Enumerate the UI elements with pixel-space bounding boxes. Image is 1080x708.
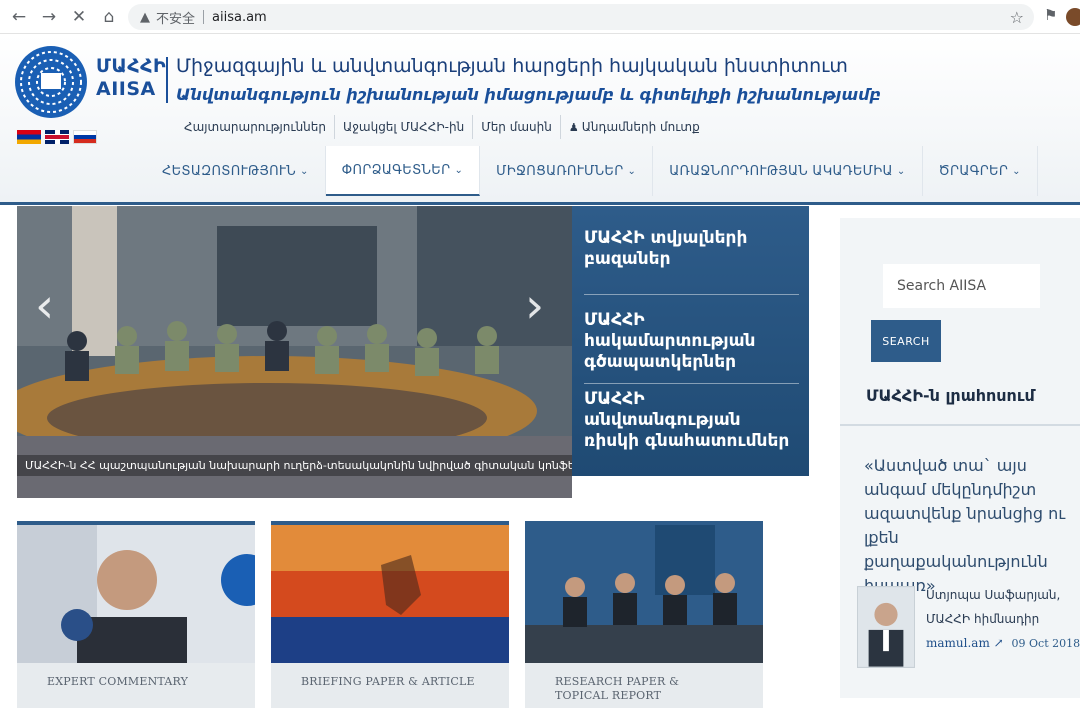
member-login-label: Անդամների մուտք bbox=[581, 120, 700, 134]
warning-icon: ▲ bbox=[140, 9, 150, 25]
hero-slider[interactable]: ‹ › ՄԱՀՀԻ-ն ՀՀ պաշտպանության նախարարի ու… bbox=[17, 206, 572, 498]
announcements-link[interactable]: Հայտարարություններ bbox=[176, 115, 335, 139]
sidebar-divider bbox=[840, 424, 1080, 426]
armenian-flag-icon[interactable] bbox=[17, 130, 41, 144]
extensions-icon[interactable]: ⚑ bbox=[1044, 6, 1057, 24]
back-icon[interactable]: ← bbox=[4, 2, 34, 32]
source-date: 09 Oct 2018 bbox=[1011, 637, 1080, 650]
nav-events-label: ՄԻՋՈՑԱՌՈՒՄՆԵՐ bbox=[496, 163, 624, 179]
logo-text-armenian: ՄԱՀՀԻ bbox=[96, 55, 167, 77]
panel-divider bbox=[584, 294, 799, 295]
databases-link[interactable]: ՄԱՀՀԻ տվյալների բազաներ bbox=[584, 228, 799, 270]
chevron-down-icon: ⌄ bbox=[627, 165, 637, 177]
nav-experts-label: ՓՈՐՁԱԳԵՏՆԵՐ bbox=[341, 162, 451, 178]
chevron-down-icon: ⌄ bbox=[454, 164, 464, 176]
nav-events[interactable]: ՄԻՋՈՑԱՌՈՒՄՆԵՐ ⌄ bbox=[480, 146, 654, 196]
site-tagline: Անվտանգություն իշխանության իմացությամբ և… bbox=[176, 85, 881, 104]
member-login-link[interactable]: ♟ Անդամների մուտք bbox=[561, 115, 708, 139]
aiisa-logo-icon[interactable] bbox=[12, 43, 90, 121]
news-feed-heading: ՄԱՀՀԻ-ն լրահոսում bbox=[866, 386, 1035, 405]
conflict-maps-link[interactable]: ՄԱՀՀԻ հակամարտության գծապատկերներ bbox=[584, 310, 799, 373]
nav-leadership-label: ԱՌԱՋՆՈՐԴՈՒԹՅԱՆ ԱԿԱԴԵՄԻԱ bbox=[669, 163, 893, 179]
url-text: aiisa.am bbox=[212, 9, 267, 25]
nav-research[interactable]: ՀԵՏԱԶՈՏՈՒԹՅՈՒՆ ⌄ bbox=[146, 146, 326, 196]
language-switcher bbox=[17, 130, 97, 144]
slider-prev-icon[interactable]: ‹ bbox=[35, 278, 54, 334]
nav-programs-label: ԾՐԱԳՐԵՐ bbox=[938, 163, 1009, 179]
russian-flag-icon[interactable] bbox=[73, 130, 97, 144]
nav-experts[interactable]: ՓՈՐՁԱԳԵՏՆԵՐ ⌄ bbox=[325, 146, 481, 196]
slide-caption[interactable]: ՄԱՀՀԻ-ն ՀՀ պաշտպանության նախարարի ուղերձ… bbox=[17, 455, 572, 476]
site-header: ՄԱՀՀԻ AIISA Միջազգային և անվտանգության հ… bbox=[0, 35, 1080, 205]
card-label: RESEARCH PAPER & TOPICAL REPORT bbox=[525, 663, 763, 708]
about-link[interactable]: Մեր մասին bbox=[473, 115, 561, 139]
quick-links-panel: ՄԱՀՀԻ տվյալների բազաներ ՄԱՀՀԻ հակամարտու… bbox=[572, 206, 809, 476]
security-label: 不安全 bbox=[156, 11, 196, 27]
support-link[interactable]: Աջակցել ՄԱՀՀԻ-ին bbox=[335, 115, 474, 139]
nav-leadership-academy[interactable]: ԱՌԱՋՆՈՐԴՈՒԹՅԱՆ ԱԿԱԴԵՄԻԱ ⌄ bbox=[653, 146, 923, 196]
profile-avatar[interactable] bbox=[1066, 8, 1080, 26]
card-label: EXPERT COMMENTARY bbox=[17, 663, 255, 708]
risk-assessments-link[interactable]: ՄԱՀՀԻ անվտանգության ռիսկի գնահատումներ bbox=[584, 389, 799, 452]
main-nav: ՀԵՏԱԶՈՏՈՒԹՅՈՒՆ ⌄ ՓՈՐՁԱԳԵՏՆԵՐ ⌄ ՄԻՋՈՑԱՌՈՒՄՆ… bbox=[146, 146, 1038, 196]
user-icon: ♟ bbox=[568, 120, 579, 134]
omnibox-separator bbox=[203, 10, 205, 24]
featured-quote: «Աստված տա` այս անգամ մեկընդմիշտ ազատվեն… bbox=[864, 456, 1066, 595]
site-title: Միջազգային և անվտանգության հարցերի հայկա… bbox=[176, 55, 848, 77]
right-sidebar: Search AIISA SEARCH ՄԱՀՀԻ-ն լրահոսում «Ա… bbox=[840, 218, 1080, 698]
card-expert-commentary[interactable]: EXPERT COMMENTARY bbox=[17, 521, 255, 708]
search-button[interactable]: SEARCH bbox=[871, 320, 941, 362]
chevron-down-icon: ⌄ bbox=[896, 165, 906, 177]
search-input[interactable]: Search AIISA bbox=[883, 264, 1040, 308]
uk-flag-icon[interactable] bbox=[45, 130, 69, 144]
nav-programs[interactable]: ԾՐԱԳՐԵՐ ⌄ bbox=[923, 146, 1038, 196]
author-role: ՄԱՀՀԻ հիմնադիր bbox=[926, 612, 1040, 626]
card-label: BRIEFING PAPER & ARTICLE bbox=[271, 663, 509, 708]
utility-links: Հայտարարություններ Աջակցել ՄԱՀՀԻ-ին Մեր … bbox=[176, 115, 708, 139]
flag-hands-photo bbox=[271, 525, 509, 663]
browser-toolbar: ← → ✕ ⌂ ▲ 不安全 aiisa.am ☆ ⚑ bbox=[0, 0, 1080, 34]
home-icon[interactable]: ⌂ bbox=[94, 2, 124, 32]
author-name: Ստյոպա Սաֆարյան, bbox=[926, 588, 1061, 602]
slider-next-icon[interactable]: › bbox=[525, 278, 544, 334]
logo-text-latin: AIISA bbox=[96, 78, 156, 100]
address-bar[interactable]: ▲ 不安全 aiisa.am ☆ bbox=[128, 4, 1034, 30]
chevron-down-icon: ⌄ bbox=[1012, 165, 1021, 177]
title-divider bbox=[166, 57, 168, 103]
author-photo bbox=[857, 586, 915, 668]
card-research-paper[interactable]: RESEARCH PAPER & TOPICAL REPORT bbox=[525, 521, 763, 708]
card-briefing-paper[interactable]: BRIEFING PAPER & ARTICLE bbox=[271, 521, 509, 708]
bookmark-star-icon[interactable]: ☆ bbox=[1010, 8, 1024, 27]
forward-icon[interactable]: → bbox=[34, 2, 64, 32]
panel-discussion-photo bbox=[525, 525, 763, 663]
panel-divider bbox=[584, 383, 799, 384]
stop-icon[interactable]: ✕ bbox=[64, 2, 94, 32]
chevron-down-icon: ⌄ bbox=[299, 165, 309, 177]
logo-wordmark: ՄԱՀՀԻ AIISA bbox=[96, 55, 166, 101]
external-link-icon: ↗ bbox=[993, 636, 1004, 650]
nav-research-label: ՀԵՏԱԶՈՏՈՒԹՅՈՒՆ bbox=[162, 163, 296, 179]
expert-photo bbox=[17, 525, 255, 663]
source-name: mamul.am bbox=[926, 636, 990, 650]
source-link[interactable]: mamul.am ↗ 09 Oct 2018 bbox=[926, 636, 1080, 650]
